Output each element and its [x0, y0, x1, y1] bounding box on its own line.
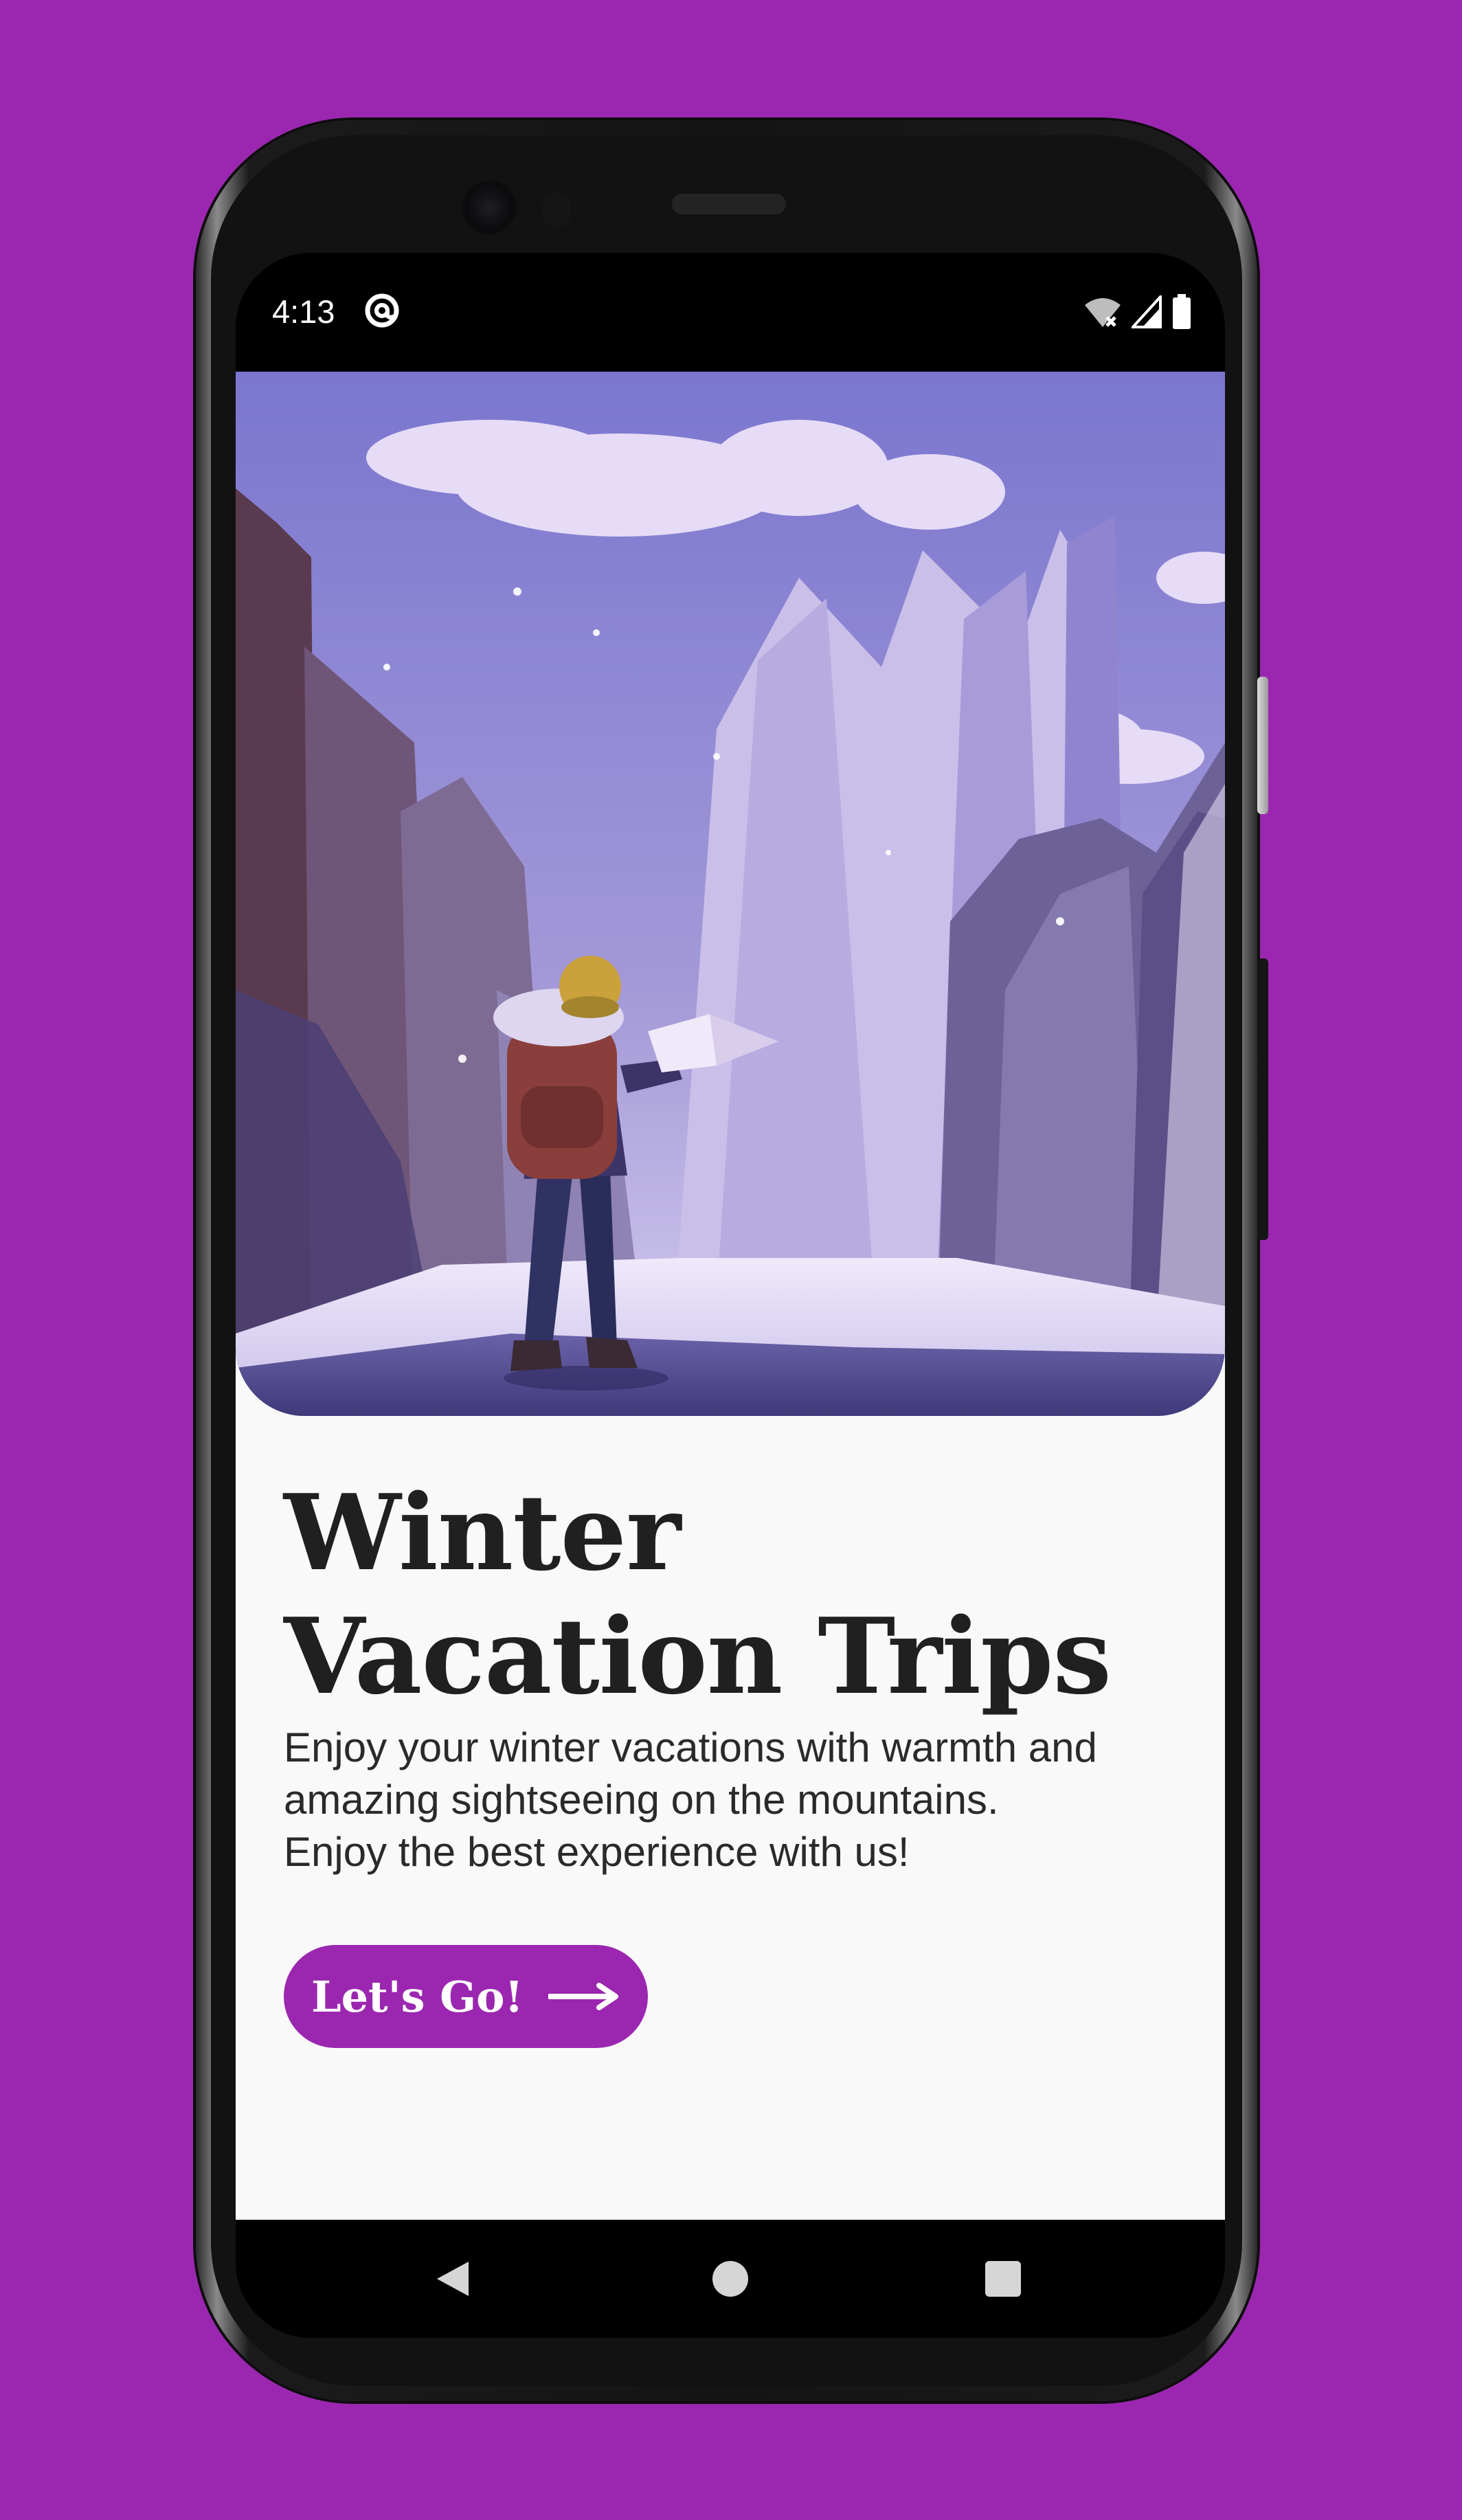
volume-button [1257, 958, 1268, 1240]
device-screen: 4:13 Winter Vacation Trips Enjoy your wi… [236, 253, 1225, 2338]
lets-go-button-label: Let's Go! [311, 1971, 524, 2022]
back-icon [437, 2262, 469, 2296]
back-button[interactable] [432, 2258, 473, 2299]
navigation-bar [236, 2220, 1225, 2338]
title-line-1: Winter [284, 1471, 681, 1594]
status-icons [1083, 293, 1192, 331]
description-line-3: Enjoy the best experience with us! [284, 1829, 910, 1875]
recents-button[interactable] [982, 2258, 1024, 2299]
home-button[interactable] [710, 2258, 751, 2299]
app-content: Winter Vacation Trips Enjoy your winter … [236, 372, 1225, 2220]
home-icon [712, 2261, 748, 2297]
power-button [1257, 677, 1268, 814]
title-line-2: Vacation Trips [284, 1595, 1112, 1718]
hero-image [236, 372, 1225, 1416]
page-title: Winter Vacation Trips [284, 1471, 1197, 1718]
arrow-right-icon [548, 1983, 618, 2010]
battery-icon [1173, 294, 1191, 329]
earpiece-speaker [672, 194, 786, 214]
description-line-1: Enjoy your winter vacations with warmth … [284, 1724, 1097, 1770]
recents-icon [985, 2261, 1021, 2297]
wifi-off-icon [1085, 298, 1121, 327]
proximity-sensor [543, 192, 570, 227]
front-camera [462, 180, 517, 235]
status-bar: 4:13 [236, 253, 1225, 372]
cellular-signal-icon [1132, 295, 1162, 328]
description-text: Enjoy your winter vacations with warmth … [284, 1722, 1197, 1878]
status-time: 4:13 [272, 293, 335, 330]
lets-go-button[interactable]: Let's Go! [284, 1945, 648, 2048]
at-sign-notification-icon [365, 293, 399, 328]
description-line-2: amazing sightseeing on the mountains. [284, 1777, 999, 1823]
